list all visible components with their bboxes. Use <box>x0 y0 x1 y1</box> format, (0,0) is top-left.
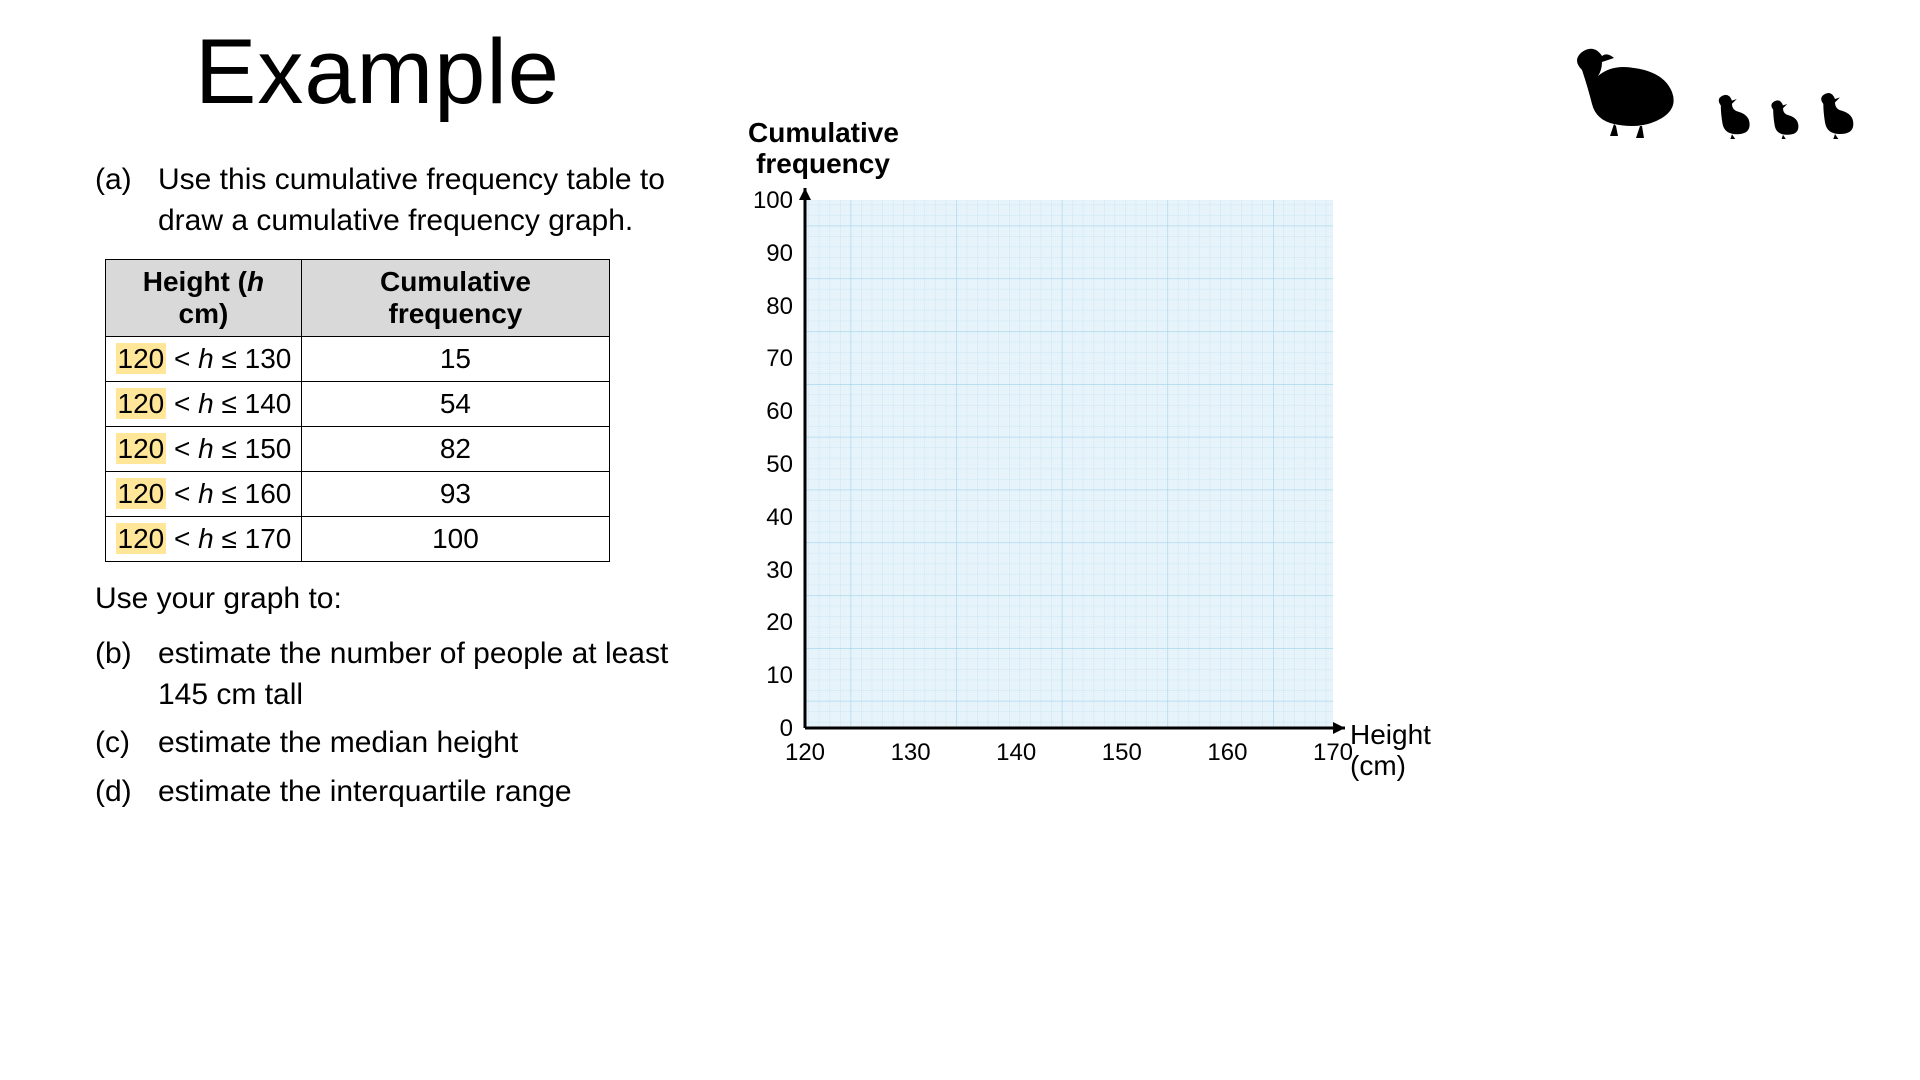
svg-text:30: 30 <box>766 557 793 584</box>
table-header-height: Height (h cm) <box>106 260 302 337</box>
question-a: (a) Use this cumulative frequency table … <box>95 160 715 241</box>
table-row: 120 < h ≤ 160 93 <box>106 472 610 517</box>
page-title: Example <box>195 20 560 125</box>
instruction-text: Use your graph to: <box>95 582 715 616</box>
svg-text:10: 10 <box>766 662 793 689</box>
svg-text:160: 160 <box>1207 739 1247 766</box>
svg-text:140: 140 <box>996 739 1036 766</box>
table-cell-cf: 100 <box>301 517 609 562</box>
table-row: 120 < h ≤ 150 82 <box>106 427 610 472</box>
svg-text:90: 90 <box>766 240 793 267</box>
table-cell-cf: 15 <box>301 337 609 382</box>
svg-text:150: 150 <box>1102 739 1142 766</box>
duck-illustration <box>1552 40 1860 140</box>
duckling-3-icon <box>1810 88 1860 140</box>
svg-text:40: 40 <box>766 504 793 531</box>
table-cell-cf: 82 <box>301 427 609 472</box>
question-c-letter: (c) <box>95 723 140 764</box>
svg-text:50: 50 <box>766 451 793 478</box>
question-a-text: Use this cumulative frequency table to d… <box>158 160 715 241</box>
svg-text:20: 20 <box>766 609 793 636</box>
svg-text:130: 130 <box>891 739 931 766</box>
svg-text:0: 0 <box>780 715 793 742</box>
svg-text:120: 120 <box>785 739 825 766</box>
question-c-text: estimate the median height <box>158 723 518 764</box>
svg-text:80: 80 <box>766 293 793 320</box>
cumulative-frequency-table: Height (h cm) Cumulative frequency 120 <… <box>105 259 610 562</box>
svg-text:100: 100 <box>753 187 793 214</box>
chart-grid: 0 10 20 30 40 50 60 70 80 90 100 120 130… <box>745 120 1465 820</box>
question-b-letter: (b) <box>95 634 140 715</box>
table-cell-cf: 54 <box>301 382 609 427</box>
table-row: 120 < h ≤ 170 100 <box>106 517 610 562</box>
question-a-letter: (a) <box>95 160 140 241</box>
duckling-1-icon <box>1708 90 1756 140</box>
question-c: (c) estimate the median height <box>95 723 715 764</box>
question-d-text: estimate the interquartile range <box>158 772 572 813</box>
chart-x-axis-title: Height(cm) <box>1350 720 1431 782</box>
table-row: 120 < h ≤ 140 54 <box>106 382 610 427</box>
question-d: (d) estimate the interquartile range <box>95 772 715 813</box>
svg-text:60: 60 <box>766 398 793 425</box>
table-header-cf: Cumulative frequency <box>301 260 609 337</box>
duckling-2-icon <box>1762 96 1804 140</box>
table-cell-cf: 93 <box>301 472 609 517</box>
table-row: 120 < h ≤ 130 15 <box>106 337 610 382</box>
svg-text:170: 170 <box>1313 739 1353 766</box>
svg-text:70: 70 <box>766 345 793 372</box>
question-b: (b) estimate the number of people at lea… <box>95 634 715 715</box>
duck-large-icon <box>1552 40 1702 140</box>
question-b-text: estimate the number of people at least 1… <box>158 634 715 715</box>
left-column: (a) Use this cumulative frequency table … <box>95 160 715 820</box>
question-d-letter: (d) <box>95 772 140 813</box>
